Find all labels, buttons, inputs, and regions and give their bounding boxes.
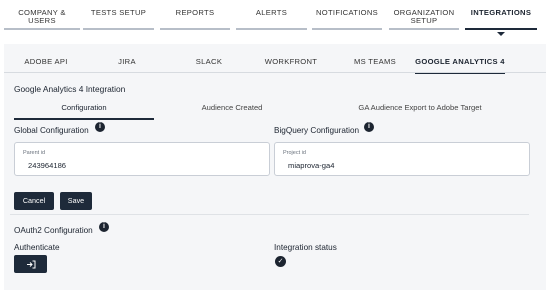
tab-integrations[interactable]: INTEGRATIONS xyxy=(465,8,537,36)
field-value: 243964186 xyxy=(28,161,67,170)
info-icon[interactable]: i xyxy=(364,122,374,132)
login-icon xyxy=(26,260,35,269)
tab-notifications[interactable]: NOTIFICATIONS xyxy=(312,8,382,30)
subtab-jira[interactable]: JIRA xyxy=(92,57,162,66)
subtab-slack[interactable]: SLACK xyxy=(174,57,244,66)
subtab-workfront[interactable]: WORKFRONT xyxy=(256,57,326,66)
tab-label: ORGANIZATION SETUP xyxy=(393,8,455,25)
subtab-google-analytics-4[interactable]: GOOGLE ANALYTICS 4 xyxy=(415,57,505,74)
oauth-heading: OAuth2 Configuration xyxy=(14,226,93,235)
info-icon[interactable]: i xyxy=(99,222,109,232)
field-label: Parent id xyxy=(23,150,46,156)
authenticate-button[interactable] xyxy=(14,255,47,273)
global-config-heading: Global Configuration xyxy=(14,126,89,135)
info-icon[interactable]: i xyxy=(95,122,105,132)
tab-ga-audience-export[interactable]: GA Audience Export to Adobe Target xyxy=(340,103,500,112)
tab-configuration[interactable]: Configuration xyxy=(14,103,154,120)
cancel-button[interactable]: Cancel xyxy=(14,192,54,210)
tab-organization-setup[interactable]: ORGANIZATION SETUP xyxy=(389,8,459,30)
tab-label: Configuration xyxy=(61,103,107,112)
tab-label: REPORTS xyxy=(175,8,215,17)
tab-reports[interactable]: REPORTS xyxy=(160,8,230,30)
tab-company-users[interactable]: COMPANY & USERS xyxy=(4,8,80,30)
field-value: miaprova-ga4 xyxy=(288,161,335,170)
tab-label: TESTS SETUP xyxy=(90,8,147,17)
tab-label: COMPANY & USERS xyxy=(18,8,66,25)
tab-label: NOTIFICATIONS xyxy=(316,8,378,17)
subtab-adobe-api[interactable]: ADOBE API xyxy=(8,57,84,66)
field-label: Project id xyxy=(283,150,306,156)
tab-alerts[interactable]: ALERTS xyxy=(236,8,307,30)
bigquery-config-heading: BigQuery Configuration xyxy=(274,126,360,135)
subtab-label: GOOGLE ANALYTICS 4 xyxy=(415,57,505,66)
top-nav: COMPANY & USERS TESTS SETUP REPORTS ALER… xyxy=(0,0,550,36)
authenticate-label: Authenticate xyxy=(14,243,60,252)
subnav-divider xyxy=(4,72,546,73)
subtab-ms-teams[interactable]: MS TEAMS xyxy=(340,57,410,66)
parent-id-field[interactable]: Parent id 243964186 xyxy=(14,142,270,176)
check-circle-icon: ✓ xyxy=(275,256,286,267)
tab-audience-created[interactable]: Audience Created xyxy=(162,103,302,112)
integration-status-label: Integration status xyxy=(274,243,337,252)
tab-label: INTEGRATIONS xyxy=(470,8,532,17)
tab-tests-setup[interactable]: TESTS SETUP xyxy=(83,8,154,30)
section-divider xyxy=(10,214,529,215)
project-id-field[interactable]: Project id miaprova-ga4 xyxy=(274,142,530,176)
caret-down-icon xyxy=(497,32,505,36)
sub-nav: ADOBE API JIRA SLACK WORKFRONT MS TEAMS … xyxy=(4,49,546,74)
section-title: Google Analytics 4 Integration xyxy=(14,84,126,94)
tab-label: ALERTS xyxy=(255,8,288,17)
save-button[interactable]: Save xyxy=(60,192,92,210)
